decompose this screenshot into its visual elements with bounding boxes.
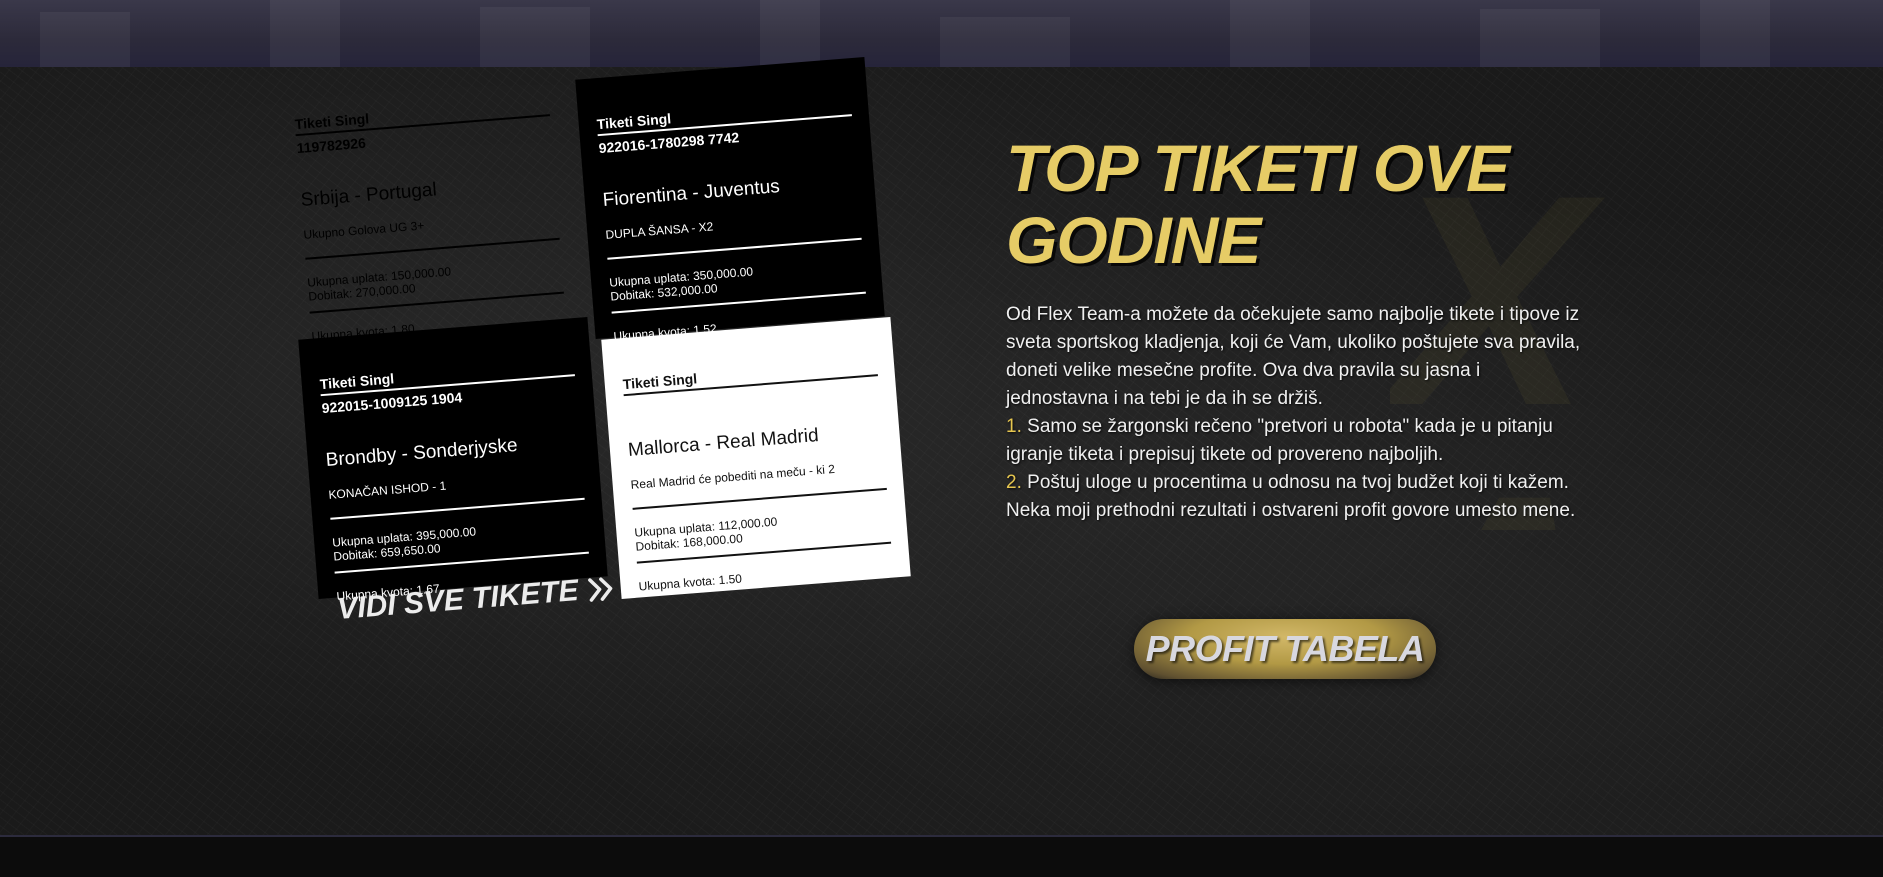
profit-table-button[interactable]: PROFIT TABELA [1134, 619, 1436, 679]
ticket-card: Tiketi Singl Mallorca - Real Madrid Real… [601, 317, 911, 599]
ticket-match: Fiorentina - Juventus [601, 176, 781, 211]
ticket-card: Tiketi Singl 922016-1780298 7742 Fiorent… [575, 57, 885, 344]
skyline-building [1700, 0, 1770, 67]
ticket-match: Brondby - Sonderjyske [324, 434, 519, 471]
ticket-divider [632, 487, 887, 510]
ticket-market: KONAČAN ISHOD - 1 [327, 478, 447, 502]
ticket-header: Tiketi Singl [622, 356, 878, 397]
outro-text: Neka moji prethodni rezultati i ostvaren… [1006, 500, 1576, 521]
skyline-building [40, 12, 130, 67]
skyline-building [1480, 9, 1600, 67]
skyline-building [480, 7, 590, 67]
skyline-building [940, 17, 1070, 67]
ticket-market: DUPLA ŠANSA - X2 [604, 219, 714, 242]
ticket-divider [607, 237, 862, 260]
ticket-match: Mallorca - Real Madrid [627, 425, 820, 461]
ticket-divider [330, 497, 585, 520]
ticket-divider [305, 237, 560, 260]
skyline-building [1230, 0, 1310, 67]
ticket-card: Tiketi Singl 922015-1009125 1904 Brondby… [298, 317, 608, 604]
rule-text: Poštuj uloge u procentima u odnosu na tv… [1027, 472, 1569, 493]
ticket-market: Real Madrid će pobediti na meču - ki 2 [630, 461, 836, 492]
top-city-banner [0, 0, 1883, 67]
rule-number: 1. [1006, 416, 1022, 437]
footer-band [0, 837, 1883, 877]
intro-text: Od Flex Team-a možete da očekujete samo … [1006, 304, 1581, 409]
rule-text: Samo se žargonski rečeno "pretvori u rob… [1006, 416, 1553, 465]
skyline-building [270, 0, 340, 67]
skyline-building [760, 0, 820, 67]
rule-number: 2. [1006, 472, 1022, 493]
ticket-market: Ukupno Golova UG 3+ [302, 218, 425, 242]
ticket-match: Srbija - Portugal [299, 179, 438, 211]
section-title: TOP TIKETI OVE GODINE [1006, 131, 1510, 277]
double-chevron-right-icon [587, 577, 613, 602]
section-description: Od Flex Team-a možete da očekujete samo … [1006, 301, 1581, 525]
ticket-card: Tiketi Singl 119782926 Srbija - Portugal… [273, 57, 583, 344]
